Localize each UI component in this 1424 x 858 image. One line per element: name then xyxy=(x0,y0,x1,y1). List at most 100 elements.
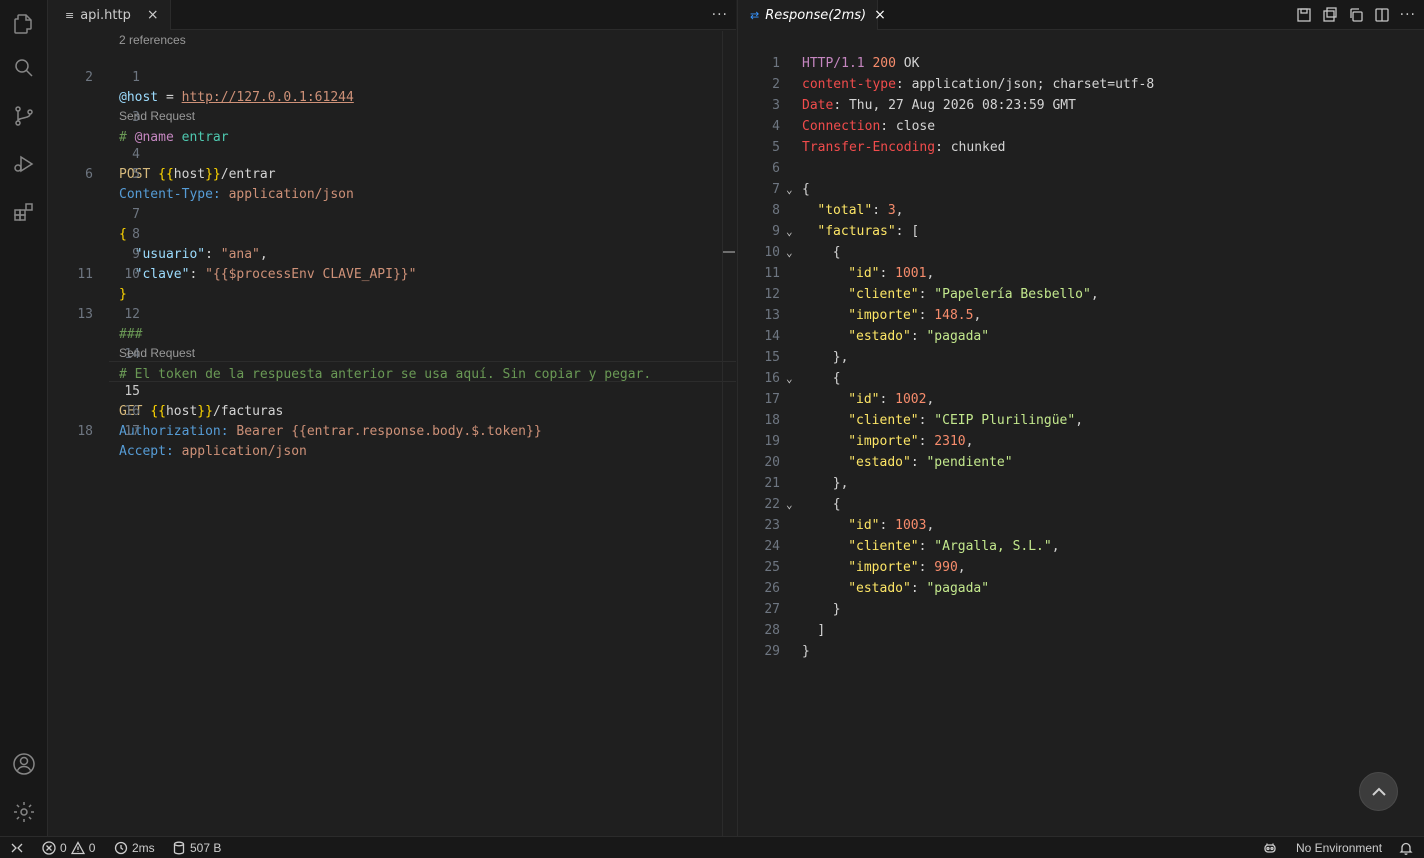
manage-gear-icon[interactable] xyxy=(0,788,48,836)
response-duration[interactable]: 2ms xyxy=(114,837,155,858)
code-line: 6 xyxy=(85,167,93,182)
response-line: 27} xyxy=(764,602,841,617)
notifications[interactable] xyxy=(1399,837,1413,858)
response-line: 25 "importe": 990, xyxy=(764,560,966,575)
response-line: 19 "importe": 2310, xyxy=(764,434,974,449)
save-response-icon[interactable] xyxy=(1296,7,1312,23)
response-line: 14 "estado": "pagada" xyxy=(764,329,990,344)
tab-bar: ⇄ Response(2ms) × ··· xyxy=(738,0,1424,30)
status-bar: 0 0 2ms 507 B No Environment xyxy=(0,836,1424,858)
response-line: 20 "estado": "pendiente" xyxy=(764,455,1013,470)
source-control-icon[interactable] xyxy=(0,92,48,140)
response-line: 8 "total": 3, xyxy=(772,203,904,218)
response-line: 7 ⌄{ xyxy=(738,180,1424,200)
send-request-codelens[interactable]: Send Request xyxy=(119,345,195,362)
warning-icon xyxy=(70,841,85,855)
fold-chevron-icon[interactable]: ⌄ xyxy=(786,222,793,242)
request-editor[interactable]: 2 references 1 @host = http://127.0.0.1:… xyxy=(49,31,736,836)
response-line: 21}, xyxy=(764,476,849,491)
error-count: 0 xyxy=(60,841,67,855)
response-viewer[interactable]: 1 HTTP/1.1 200 OK 2 content-type: applicati… xyxy=(738,31,1424,836)
history-icon xyxy=(114,841,128,855)
response-line: 12 "cliente": "Papelería Besbello", xyxy=(764,287,1099,302)
code-line: 10 } xyxy=(119,267,140,302)
send-request-codelens[interactable]: Send Request xyxy=(119,108,195,125)
response-line: 9 ⌄ "facturas": [ xyxy=(738,222,1424,242)
response-line: 2 content-type: application/json; charset… xyxy=(772,77,1155,92)
remote-icon xyxy=(11,843,23,853)
response-line: 24 "cliente": "Argalla, S.L.", xyxy=(764,539,1060,554)
code-line: 5 Content-Type: application/json xyxy=(119,167,354,202)
response-line: 22 ⌄{ xyxy=(738,495,1424,515)
more-actions-icon[interactable]: ··· xyxy=(1400,7,1416,23)
fold-chevron-icon[interactable]: ⌄ xyxy=(786,243,793,263)
copilot-icon xyxy=(1264,843,1276,853)
code-line: 17 Accept: application/json xyxy=(119,424,307,459)
response-line: 5 Transfer-Encoding: chunked xyxy=(772,140,1006,155)
response-line: 13 "importe": 148.5, xyxy=(764,308,982,323)
response-line: 15}, xyxy=(764,350,849,365)
code-line: 3 # @name entrar xyxy=(119,110,229,145)
warning-count: 0 xyxy=(88,841,96,855)
response-size[interactable]: 507 B xyxy=(172,837,221,858)
code-line-active: 15 GET {{host}}/facturas xyxy=(119,384,284,419)
activity-bar xyxy=(0,0,48,836)
search-icon[interactable] xyxy=(0,44,48,92)
response-line: 6 xyxy=(772,161,780,176)
problems-indicator[interactable]: 0 0 xyxy=(42,837,95,858)
split-editor-icon[interactable] xyxy=(1374,7,1390,23)
fold-chevron-icon[interactable]: ⌄ xyxy=(786,369,793,389)
response-line: 1 HTTP/1.1 200 OK xyxy=(772,56,920,71)
code-line: 1 @host = http://127.0.0.1:61244 xyxy=(119,70,354,105)
code-line: 13 xyxy=(77,307,93,322)
error-icon xyxy=(42,841,56,855)
response-line: 4 Connection: close xyxy=(772,119,936,134)
run-debug-icon[interactable] xyxy=(0,140,48,188)
bell-icon xyxy=(1399,842,1413,855)
response-line: 17 "id": 1002, xyxy=(764,392,935,407)
scrollbar-cursor-marker xyxy=(723,251,735,253)
references-codelens[interactable]: 2 references xyxy=(119,32,186,49)
file-lines-icon: ≡ xyxy=(65,8,75,22)
tab-response[interactable]: ⇄ Response(2ms) × xyxy=(738,0,886,30)
response-line: 18 "cliente": "CEIP Plurilingüe", xyxy=(764,413,1084,428)
environment-selector[interactable]: No Environment xyxy=(1296,837,1382,858)
tab-label: api.http xyxy=(80,7,131,23)
close-icon[interactable]: × xyxy=(147,7,159,23)
code-line: 7 { xyxy=(119,207,140,242)
response-line: 23 "id": 1003, xyxy=(764,518,935,533)
copilot-status[interactable] xyxy=(1263,837,1277,858)
code-line: 8 "usuario": "ana", xyxy=(119,227,268,262)
fold-chevron-icon[interactable]: ⌄ xyxy=(786,495,793,515)
remote-indicator[interactable] xyxy=(10,837,24,858)
code-line: 16 Authorization: Bearer {{entrar.respon… xyxy=(119,404,542,439)
save-body-icon[interactable] xyxy=(1322,7,1338,23)
response-line: 11 "id": 1001, xyxy=(764,266,935,281)
extensions-icon[interactable] xyxy=(0,188,48,236)
explorer-icon[interactable] xyxy=(0,0,48,48)
swap-arrows-icon: ⇄ xyxy=(750,8,760,22)
response-line: 26 "estado": "pagada" xyxy=(764,581,990,596)
account-icon[interactable] xyxy=(0,740,48,788)
code-line: 2 xyxy=(85,70,93,85)
code-line: 12 ### xyxy=(119,307,143,342)
response-line: 16 ⌄{ xyxy=(738,369,1424,389)
copy-icon[interactable] xyxy=(1348,7,1364,23)
response-line: 3 Date: Thu, 27 Aug 2026 08:23:59 GMT xyxy=(772,98,1076,113)
response-line: 10 ⌄{ xyxy=(738,243,1424,263)
fold-chevron-icon[interactable]: ⌄ xyxy=(786,180,793,200)
response-line: 28] xyxy=(764,623,826,638)
editor-group-request: ≡ api.http × ··· 2 references 1 @host = … xyxy=(49,0,736,836)
more-actions-icon[interactable]: ··· xyxy=(712,7,728,23)
scroll-to-top-button[interactable] xyxy=(1359,772,1398,811)
code-line: 14 # El token de la respuesta anterior s… xyxy=(119,347,652,382)
vertical-scrollbar[interactable] xyxy=(722,31,736,836)
code-line: 9 "clave": "{{$processEnv CLAVE_API}}" xyxy=(119,247,417,282)
close-icon[interactable]: × xyxy=(874,7,886,23)
code-line: 4 POST {{host}}/entrar xyxy=(119,147,276,182)
code-line: 18 xyxy=(77,424,93,439)
chevron-up-icon xyxy=(1371,787,1386,796)
tab-api-http[interactable]: ≡ api.http × xyxy=(49,0,171,30)
tab-label: Response(2ms) xyxy=(765,7,867,23)
response-line: 29} xyxy=(764,644,810,659)
